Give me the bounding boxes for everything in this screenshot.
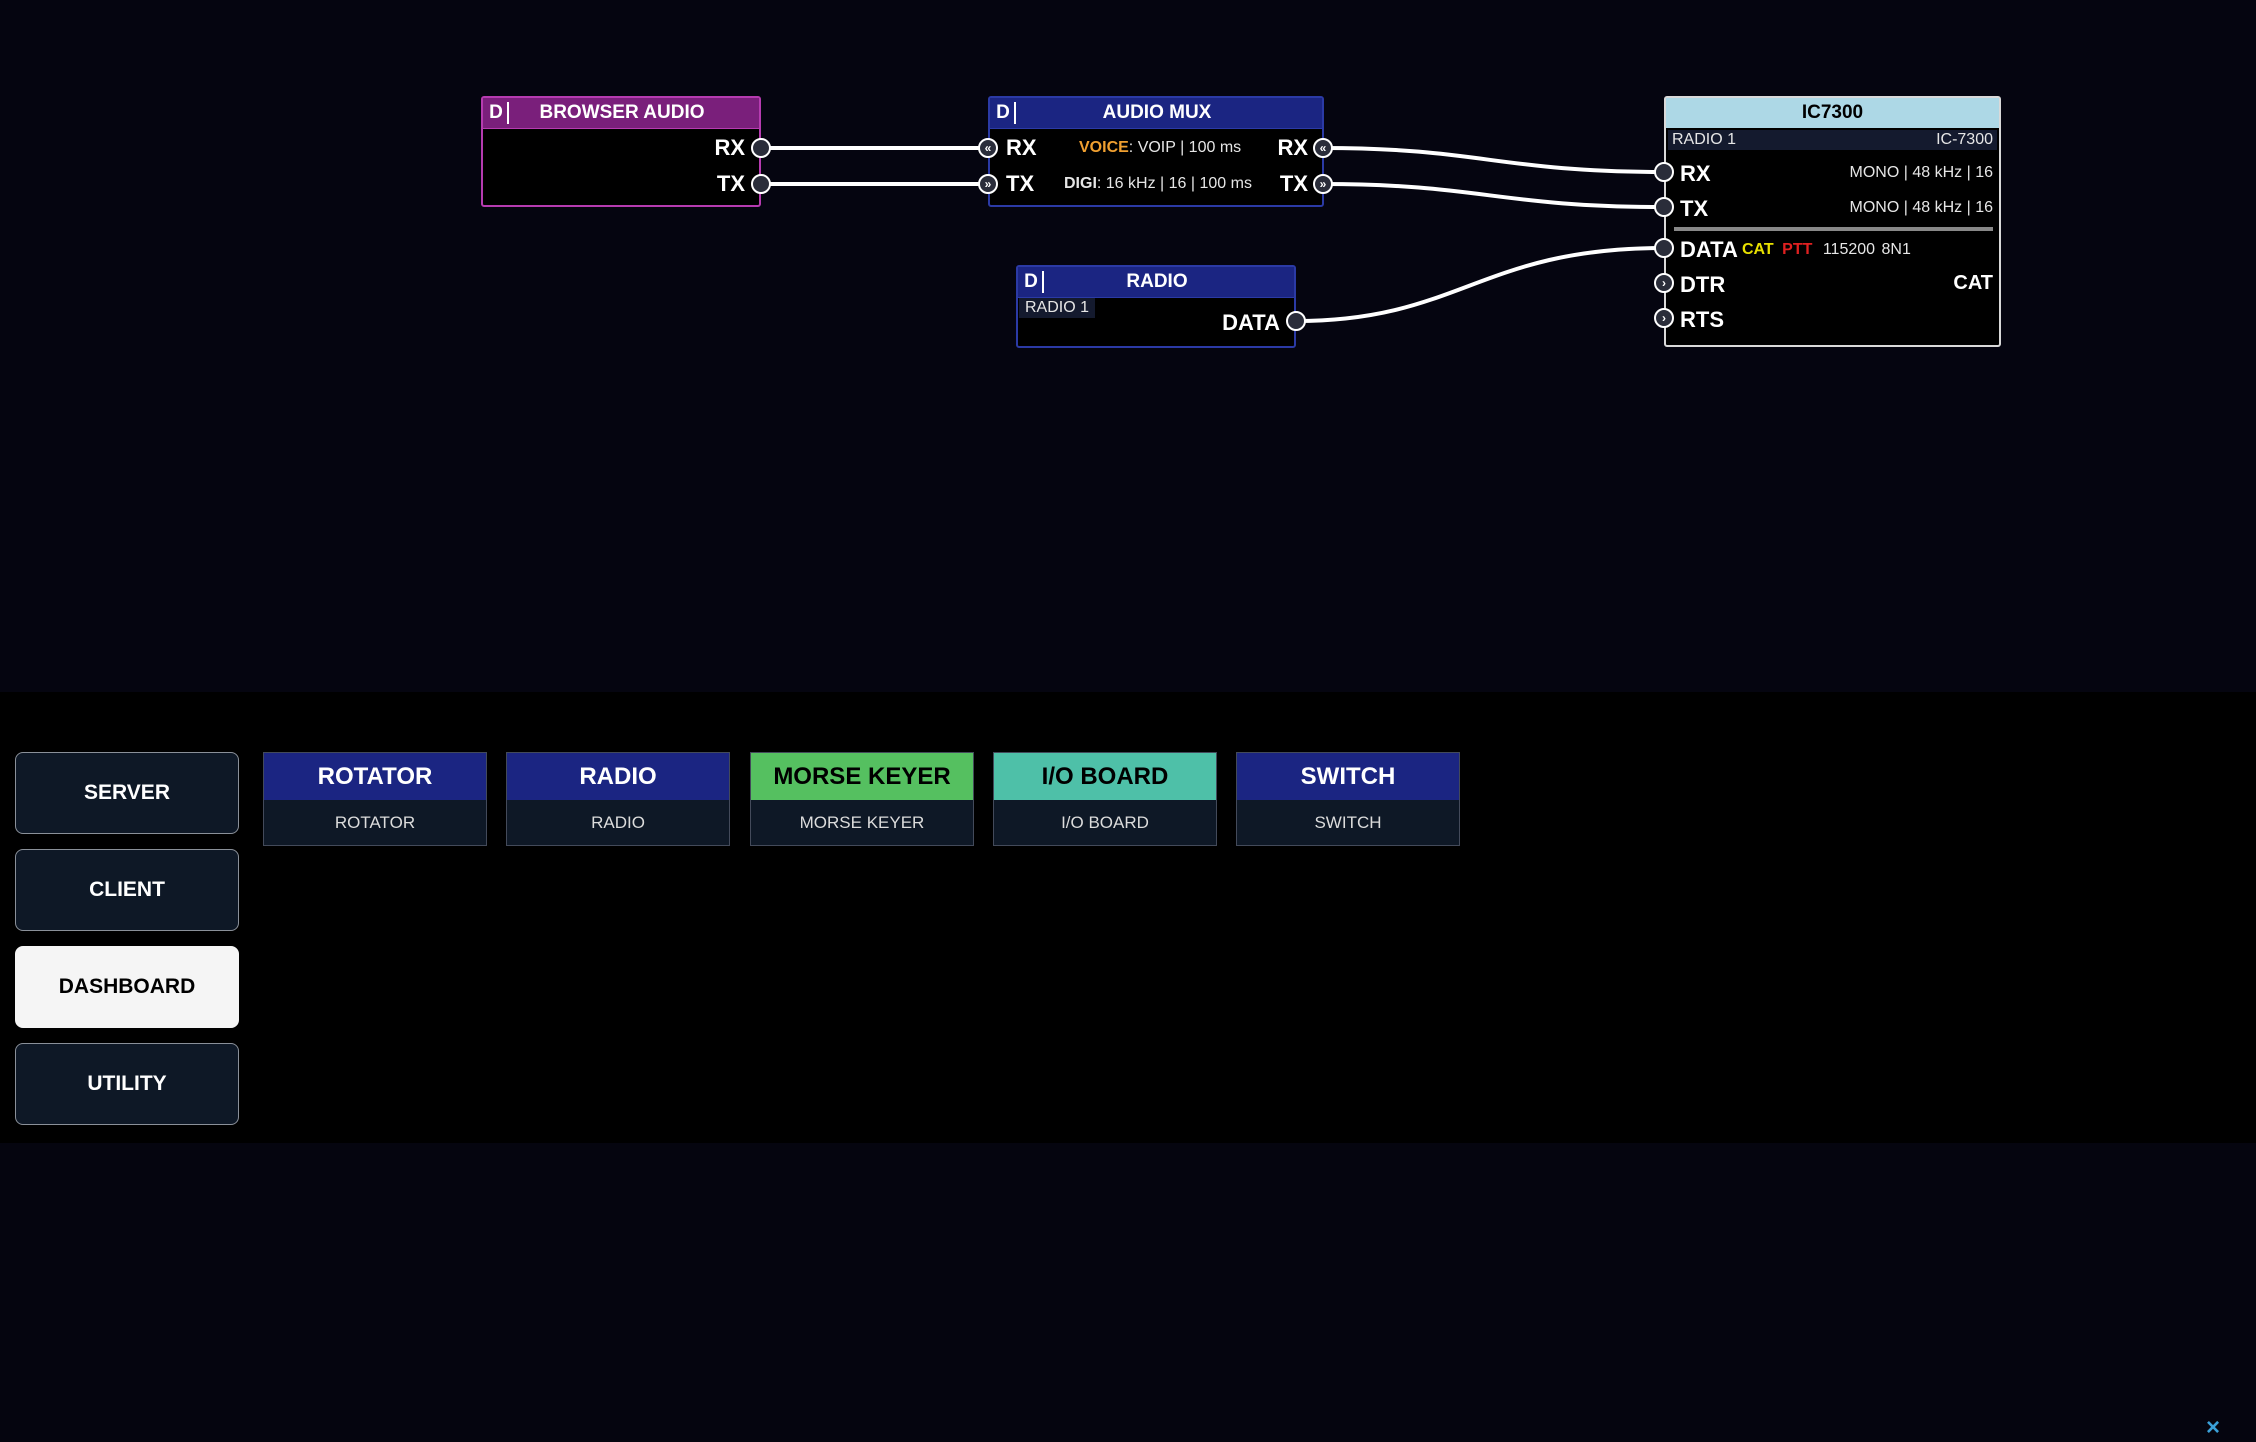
palette-card-rotator[interactable]: ROTATOR ROTATOR xyxy=(263,752,487,846)
card-title: RADIO xyxy=(507,753,729,800)
digi-value: : 16 kHz | 16 | 100 ms xyxy=(1096,175,1252,192)
card-subtitle: SWITCH xyxy=(1314,813,1382,832)
port-label-data: DATA xyxy=(1222,310,1280,335)
node-radio[interactable]: D RADIO RADIO 1 DATA xyxy=(1016,265,1296,348)
rx-info: MONO | 48 kHz | 16 xyxy=(1849,164,1993,181)
port-label-rts: RTS xyxy=(1680,307,1724,332)
port-label-in-rx: RX xyxy=(1006,135,1037,160)
sub-left: RADIO 1 xyxy=(1672,131,1737,148)
voice-info: VOICE: VOIP | 100 ms xyxy=(1079,139,1241,157)
palette-card-io-board[interactable]: I/O BOARD I/O BOARD xyxy=(993,752,1217,846)
chevron-right-icon: › xyxy=(1662,311,1666,325)
port-label-tx: TX xyxy=(716,171,745,196)
port-ic-rx[interactable] xyxy=(1654,162,1674,182)
palette-card-switch[interactable]: SWITCH SWITCH xyxy=(1236,752,1460,846)
node-subheader: RADIO 1 IC-7300 xyxy=(1668,130,1997,150)
node-ic7300[interactable]: IC7300 RADIO 1 IC-7300 RX MONO | 48 kHz … xyxy=(1664,96,2001,347)
port-label-data: DATA xyxy=(1680,237,1738,262)
voice-label: VOICE xyxy=(1079,139,1129,156)
node-title: AUDIO MUX xyxy=(1102,102,1212,123)
graph-canvas[interactable]: D BROWSER AUDIO RX TX D AUDIO MUX RX TX … xyxy=(0,0,2256,692)
node-header[interactable]: IC7300 xyxy=(1666,98,1999,128)
port-label-tx: TX xyxy=(1680,196,1709,221)
wire-mux-rx-to-ic-rx xyxy=(1322,146,1665,174)
digi-info: DIGI: 16 kHz | 16 | 100 ms xyxy=(1064,175,1252,193)
port-ic-data[interactable] xyxy=(1654,238,1674,258)
port-browser-rx[interactable] xyxy=(751,138,771,158)
close-icon[interactable]: × xyxy=(2206,1414,2220,1442)
port-mux-out-rx[interactable]: « xyxy=(1313,138,1333,158)
dtr-function: CAT xyxy=(1953,272,1993,294)
node-header[interactable]: D BROWSER AUDIO xyxy=(483,98,759,129)
disable-toggle[interactable]: D xyxy=(485,102,509,124)
chevron-right-double-icon: » xyxy=(984,177,992,191)
port-ic-dtr[interactable]: › xyxy=(1654,273,1674,293)
card-title: I/O BOARD xyxy=(994,753,1216,800)
card-subtitle: MORSE KEYER xyxy=(799,813,925,832)
nav-client-button[interactable]: CLIENT xyxy=(15,849,239,931)
node-header[interactable]: D RADIO xyxy=(1018,267,1294,298)
disable-toggle[interactable]: D xyxy=(992,102,1016,124)
sub-right: IC-7300 xyxy=(1936,131,1993,148)
port-label-out-rx: RX xyxy=(1277,135,1308,160)
tx-info: MONO | 48 kHz | 16 xyxy=(1849,199,1993,216)
nav-dashboard-button[interactable]: DASHBOARD xyxy=(15,946,239,1028)
card-title: SWITCH xyxy=(1237,753,1459,800)
palette-card-radio[interactable]: RADIO RADIO xyxy=(506,752,730,846)
nav-server-button[interactable]: SERVER xyxy=(15,752,239,834)
port-label-in-tx: TX xyxy=(1006,171,1035,196)
port-label-rx: RX xyxy=(714,135,745,160)
cat-badge: CAT xyxy=(1742,241,1774,258)
node-subtitle: RADIO 1 xyxy=(1019,298,1096,318)
nav-utility-button[interactable]: UTILITY xyxy=(15,1043,239,1125)
data-info: CAT PTT 115200 8N1 xyxy=(1742,241,1911,259)
disable-toggle[interactable]: D xyxy=(1020,271,1044,293)
chevron-left-double-icon: « xyxy=(1319,141,1327,155)
chevron-right-icon: › xyxy=(1662,276,1666,290)
node-title: RADIO xyxy=(1126,271,1188,292)
port-label-out-tx: TX xyxy=(1279,171,1308,196)
port-ic-tx[interactable] xyxy=(1654,197,1674,217)
port-mux-in-rx[interactable]: « xyxy=(978,138,998,158)
card-subtitle: RADIO xyxy=(591,813,645,832)
card-title: ROTATOR xyxy=(264,753,486,800)
chevron-right-double-icon: » xyxy=(1319,177,1327,191)
separator xyxy=(1674,227,1993,231)
card-title: MORSE KEYER xyxy=(751,753,973,800)
palette-card-morse-keyer[interactable]: MORSE KEYER MORSE KEYER xyxy=(750,752,974,846)
voice-value: : VOIP | 100 ms xyxy=(1128,139,1242,156)
wire-mux-tx-to-ic-tx xyxy=(1322,182,1665,209)
port-radio-data[interactable] xyxy=(1286,311,1306,331)
ptt-badge: PTT xyxy=(1782,241,1813,258)
node-title: IC7300 xyxy=(1801,102,1864,123)
port-mux-out-tx[interactable]: » xyxy=(1313,174,1333,194)
port-mux-in-tx[interactable]: » xyxy=(978,174,998,194)
node-audio-mux[interactable]: D AUDIO MUX RX TX VOICE: VOIP | 100 ms D… xyxy=(988,96,1324,207)
baud-rate: 115200 xyxy=(1822,241,1876,258)
port-browser-tx[interactable] xyxy=(751,174,771,194)
card-subtitle: I/O BOARD xyxy=(1061,813,1149,832)
digi-label: DIGI xyxy=(1064,175,1097,192)
frame-format: 8N1 xyxy=(1881,241,1911,258)
card-subtitle: ROTATOR xyxy=(334,813,416,832)
node-header[interactable]: D AUDIO MUX xyxy=(990,98,1322,129)
port-label-rx: RX xyxy=(1680,161,1711,186)
chevron-left-double-icon: « xyxy=(984,141,992,155)
wire-radio-data-to-ic-data xyxy=(1295,246,1665,323)
port-label-dtr: DTR xyxy=(1680,272,1726,297)
node-title: BROWSER AUDIO xyxy=(539,102,705,123)
port-ic-rts[interactable]: › xyxy=(1654,308,1674,328)
node-browser-audio[interactable]: D BROWSER AUDIO RX TX xyxy=(481,96,761,207)
